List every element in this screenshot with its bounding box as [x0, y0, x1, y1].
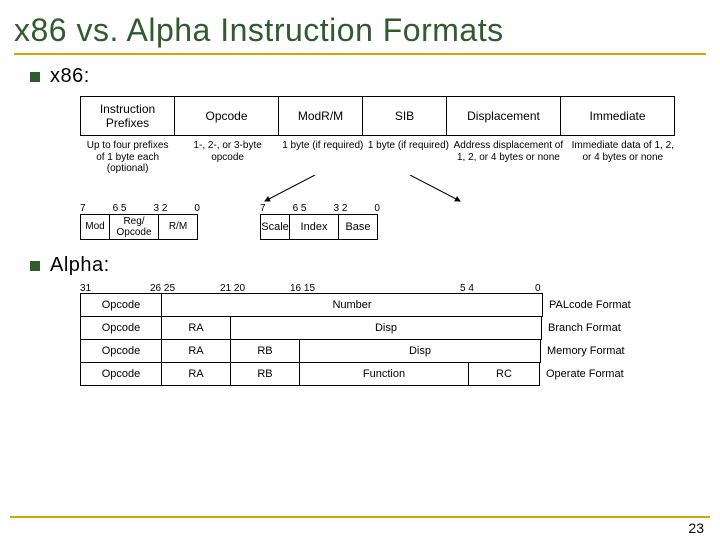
bullet-icon	[30, 261, 40, 271]
x86-field-desc: 1 byte (if required)	[280, 140, 366, 175]
alpha-field: Opcode	[80, 339, 162, 363]
alpha-field: RC	[468, 362, 540, 386]
x86-field: InstructionPrefixes	[80, 96, 175, 136]
section-x86: x86:	[30, 65, 710, 88]
x86-arrows	[80, 175, 680, 203]
alpha-label: Alpha:	[50, 254, 110, 277]
alpha-field: RB	[230, 339, 300, 363]
sib-field: Base	[338, 214, 378, 240]
alpha-diagram: 3126 2521 2016 155 40 OpcodeNumberPALcod…	[80, 283, 710, 386]
alpha-field: Number	[161, 293, 543, 317]
alpha-field: RA	[161, 316, 231, 340]
page-number: 23	[688, 520, 704, 536]
footer-rule	[10, 516, 710, 518]
alpha-field: RB	[230, 362, 300, 386]
sib-field: Index	[289, 214, 339, 240]
alpha-format-label: Memory Format	[541, 339, 625, 363]
x86-field-desc: Up to four prefixes of 1 byte each (opti…	[80, 140, 175, 175]
alpha-format-label: PALcode Format	[543, 293, 631, 317]
alpha-field: Disp	[299, 339, 541, 363]
x86-field: Immediate	[560, 96, 675, 136]
x86-field-desc: Immediate data of 1, 2, or 4 bytes or no…	[566, 140, 680, 175]
section-alpha: Alpha:	[30, 254, 710, 277]
x86-field-desc: 1-, 2-, or 3-byte opcode	[175, 140, 280, 175]
x86-label: x86:	[50, 65, 90, 88]
alpha-field: Function	[299, 362, 469, 386]
x86-field: SIB	[362, 96, 447, 136]
x86-field: Opcode	[174, 96, 279, 136]
x86-field-desc: Address displacement of 1, 2, or 4 bytes…	[451, 140, 565, 175]
modrm-field: R/M	[158, 214, 198, 240]
x86-field: Displacement	[446, 96, 561, 136]
alpha-field: RA	[161, 362, 231, 386]
alpha-field: RA	[161, 339, 231, 363]
sib-field: Scale	[260, 214, 290, 240]
x86-sub-diagram: 76 53 20 ModReg/OpcodeR/M 76 53 20 Scale…	[80, 203, 680, 240]
modrm-field: Mod	[80, 214, 110, 240]
alpha-field: Opcode	[80, 362, 162, 386]
x86-top-diagram: InstructionPrefixesOpcodeModR/MSIBDispla…	[80, 96, 680, 175]
title-underline	[14, 53, 706, 55]
alpha-format-label: Branch Format	[542, 316, 621, 340]
alpha-row: OpcodeNumberPALcode Format	[80, 294, 710, 317]
alpha-field: Opcode	[80, 316, 162, 340]
alpha-row: OpcodeRARBDispMemory Format	[80, 340, 710, 363]
modrm-field: Reg/Opcode	[109, 214, 159, 240]
alpha-field: Disp	[230, 316, 542, 340]
alpha-row: OpcodeRADispBranch Format	[80, 317, 710, 340]
x86-field: ModR/M	[278, 96, 363, 136]
bullet-icon	[30, 72, 40, 82]
alpha-row: OpcodeRARBFunctionRCOperate Format	[80, 363, 710, 386]
x86-field-desc: 1 byte (if required)	[366, 140, 452, 175]
alpha-format-label: Operate Format	[540, 362, 624, 386]
alpha-field: Opcode	[80, 293, 162, 317]
slide-title: x86 vs. Alpha Instruction Formats	[14, 12, 710, 49]
